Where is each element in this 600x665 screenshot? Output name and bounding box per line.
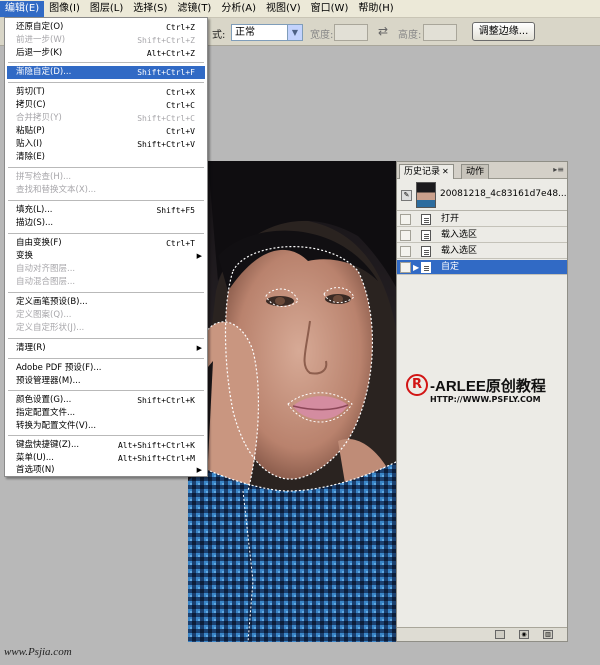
menu-filter[interactable]: 滤镜(T) [172, 1, 216, 17]
registered-mark: R [406, 374, 428, 396]
menu-item-find-replace[interactable]: 查找和替换文本(X)... [7, 184, 205, 197]
menu-item-cut[interactable]: 剪切(T) Ctrl+X [7, 86, 205, 99]
chevron-down-icon: ▼ [287, 25, 302, 40]
panel-footer: ◉ ▥ [397, 627, 567, 641]
menu-item-color-settings[interactable]: 颜色设置(G)... Shift+Ctrl+K [7, 394, 205, 407]
portrait-photo [188, 161, 398, 642]
brand-watermark: R -ARLEE原创教程 HTTP://WWW.PSFLY.COM [406, 372, 556, 412]
menu-separator [8, 167, 204, 168]
history-snapshot[interactable]: ✎ 20081218_4c83161d7e48... [397, 180, 567, 211]
menu-edit[interactable]: 编辑(E) [0, 0, 45, 17]
menu-item-step-backward[interactable]: 后退一步(K) Alt+Ctrl+Z [7, 47, 205, 60]
menu-item-transform[interactable]: 变换 ▶ [7, 250, 205, 263]
menu-layer[interactable]: 图层(L) [85, 1, 128, 17]
style-select[interactable]: 正常 ▼ [231, 24, 303, 41]
menu-item-stroke[interactable]: 描边(S)... [7, 217, 205, 230]
menu-item-purge[interactable]: 清理(R) ▶ [7, 342, 205, 355]
menu-view[interactable]: 视图(V) [261, 1, 306, 17]
menu-item-undo[interactable]: 还原自定(O) Ctrl+Z [7, 21, 205, 34]
menu-item-check-spelling[interactable]: 拼写检查(H)... [7, 171, 205, 184]
edit-menu-dropdown: 还原自定(O) Ctrl+Z 前进一步(W) Shift+Ctrl+Z 后退一步(K… [4, 17, 208, 477]
menu-item-define-custom-shape[interactable]: 定义自定形状(J)... [7, 322, 205, 335]
menu-image[interactable]: 图像(I) [44, 1, 85, 17]
menu-item-convert-profile[interactable]: 转换为配置文件(V)... [7, 420, 205, 433]
history-brush-source-checkbox[interactable] [400, 246, 411, 257]
menu-separator [8, 358, 204, 359]
brand-url: HTTP://WWW.PSFLY.COM [430, 395, 541, 404]
menu-item-paste[interactable]: 粘贴(P) Ctrl+V [7, 125, 205, 138]
swap-arrows-icon[interactable]: ⇄ [378, 24, 388, 38]
brand-name: -ARLEE原创教程 [430, 378, 546, 395]
close-icon[interactable]: ✕ [442, 167, 449, 176]
menu-separator [8, 338, 204, 339]
current-state-slider-icon[interactable]: ▶ [413, 263, 419, 272]
submenu-arrow-icon: ▶ [196, 466, 202, 474]
menu-separator [8, 390, 204, 391]
menu-help[interactable]: 帮助(H) [353, 1, 398, 17]
history-state[interactable]: 载入选区 [397, 244, 567, 259]
menu-separator [8, 82, 204, 83]
menu-separator [8, 292, 204, 293]
menu-separator [8, 200, 204, 201]
history-brush-source-checkbox[interactable] [400, 262, 411, 273]
menu-item-step-forward[interactable]: 前进一步(W) Shift+Ctrl+Z [7, 34, 205, 47]
tab-history[interactable]: 历史记录 ✕ [399, 164, 454, 179]
history-state[interactable]: 打开 [397, 212, 567, 227]
history-state[interactable]: 载入选区 [397, 228, 567, 243]
menu-item-clear[interactable]: 清除(E) [7, 151, 205, 164]
submenu-arrow-icon: ▶ [196, 344, 202, 352]
menu-select[interactable]: 选择(S) [128, 1, 172, 17]
camera-icon[interactable]: ◉ [519, 630, 529, 639]
height-label: 高度: [398, 30, 422, 41]
menu-item-free-transform[interactable]: 自由变换(F) Ctrl+T [7, 237, 205, 250]
menu-item-pdf-presets[interactable]: Adobe PDF 预设(F)... [7, 362, 205, 375]
history-brush-source-checkbox[interactable] [400, 214, 411, 225]
menu-separator [8, 233, 204, 234]
menu-item-assign-profile[interactable]: 指定配置文件... [7, 407, 205, 420]
menu-item-auto-blend-layers[interactable]: 自动混合图层... [7, 276, 205, 289]
menu-item-fade[interactable]: 渐隐自定(D)... Shift+Ctrl+F [7, 66, 205, 79]
menu-item-keyboard-shortcuts[interactable]: 键盘快捷键(Z)... Alt+Shift+Ctrl+K [7, 439, 205, 452]
menu-separator [8, 435, 204, 436]
tab-actions[interactable]: 动作 [461, 164, 490, 179]
menu-item-auto-align-layers[interactable]: 自动对齐图层... [7, 263, 205, 276]
menu-item-define-pattern[interactable]: 定义图案(Q)... [7, 309, 205, 322]
style-select-value: 正常 [235, 27, 255, 38]
menu-item-copy[interactable]: 拷贝(C) Ctrl+C [7, 99, 205, 112]
menu-item-preferences[interactable]: 首选项(N) ▶ [7, 464, 205, 477]
document-icon [421, 230, 431, 241]
menu-item-define-brush[interactable]: 定义画笔预设(B)... [7, 296, 205, 309]
menu-window[interactable]: 窗口(W) [306, 1, 354, 17]
width-label: 宽度: [310, 30, 334, 41]
menu-item-paste-into[interactable]: 贴入(I) Shift+Ctrl+V [7, 138, 205, 151]
menu-separator [8, 62, 204, 63]
new-document-from-state-icon[interactable] [495, 630, 505, 639]
history-state-current[interactable]: ▶ 自定 [397, 260, 567, 275]
menu-item-fill[interactable]: 填充(L)... Shift+F5 [7, 204, 205, 217]
menu-analysis[interactable]: 分析(A) [216, 1, 261, 17]
trash-icon[interactable]: ▥ [543, 630, 553, 639]
height-input[interactable] [423, 24, 457, 41]
document-icon [421, 214, 431, 225]
menu-item-preset-manager[interactable]: 预设管理器(M)... [7, 375, 205, 388]
document-canvas[interactable] [188, 161, 398, 642]
panel-tabstrip: 历史记录 ✕ 动作 ▸≡ [397, 162, 567, 179]
submenu-arrow-icon: ▶ [196, 252, 202, 260]
width-input[interactable] [334, 24, 368, 41]
snapshot-thumbnail [416, 182, 436, 208]
document-icon [421, 262, 431, 273]
refine-edge-button[interactable]: 调整边缘... [472, 22, 535, 41]
history-brush-source-checkbox[interactable] [400, 230, 411, 241]
snapshot-name: 20081218_4c83161d7e48... [440, 189, 567, 199]
document-icon [421, 246, 431, 257]
menu-item-copy-merged[interactable]: 合并拷贝(Y) Shift+Ctrl+C [7, 112, 205, 125]
panel-menu-icon[interactable]: ▸≡ [553, 165, 564, 174]
style-label: 式: [212, 30, 226, 41]
history-brush-icon[interactable]: ✎ [401, 190, 412, 201]
menu-bar: 编辑(E) 图像(I) 图层(L) 选择(S) 滤镜(T) 分析(A) 视图(V… [0, 0, 600, 18]
site-watermark: www.Psjia.com [4, 646, 72, 658]
